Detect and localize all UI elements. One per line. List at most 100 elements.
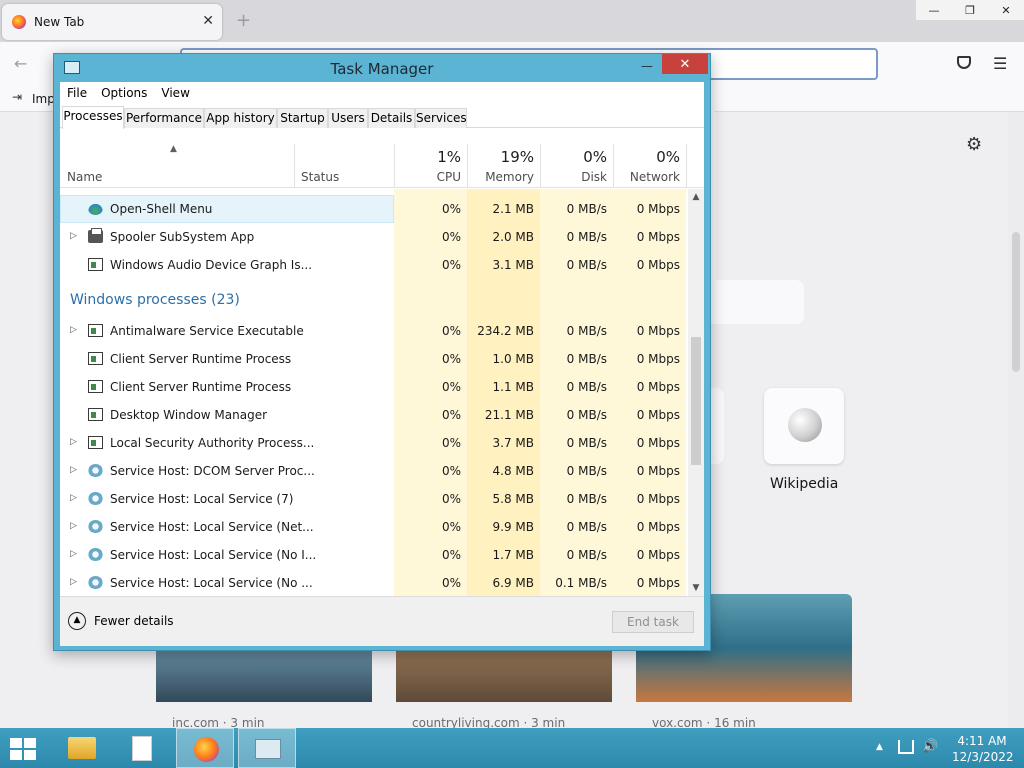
task-manager-title-bar[interactable]: Task Manager — ☐ ✕	[54, 54, 710, 82]
taskbar-task-manager[interactable]	[238, 728, 296, 768]
hamburger-menu-icon[interactable]: ☰	[993, 54, 1007, 73]
network-icon[interactable]	[898, 740, 914, 754]
fewer-details-link[interactable]: Fewer details	[94, 614, 174, 628]
clock-date[interactable]: 12/3/2022	[952, 750, 1014, 764]
column-network[interactable]: Network	[613, 170, 680, 184]
process-row[interactable]: Open-Shell Menu 0% 2.1 MB 0 MB/s 0 Mbps	[60, 195, 688, 223]
process-name: Windows Audio Device Graph Is...	[110, 258, 313, 272]
taskbar-file-explorer[interactable]	[52, 728, 110, 768]
process-name: Antimalware Service Executable	[110, 324, 304, 338]
end-task-button[interactable]: End task	[612, 611, 694, 633]
expand-chevron-icon[interactable]: ▷	[70, 325, 77, 335]
chevron-up-icon[interactable]: ▲	[68, 612, 86, 630]
process-network: 0 Mbps	[636, 202, 680, 216]
process-memory: 6.9 MB	[492, 576, 534, 590]
process-memory: 2.0 MB	[492, 230, 534, 244]
process-cpu: 0%	[441, 464, 461, 478]
minimize-button[interactable]: —	[634, 56, 660, 76]
show-hidden-icons-icon[interactable]: ▲	[876, 742, 883, 752]
process-memory: 3.1 MB	[492, 258, 534, 272]
scroll-up-icon[interactable]: ▲	[688, 192, 704, 202]
task-manager-window: Task Manager — ☐ ✕ File Options View Pro…	[53, 53, 711, 651]
column-status[interactable]: Status	[301, 170, 339, 184]
process-name: Client Server Runtime Process	[110, 352, 292, 366]
page-scrollbar[interactable]	[1008, 112, 1024, 728]
browser-tab-new-tab[interactable]: New Tab ✕	[2, 4, 222, 40]
clock-time[interactable]: 4:11 AM	[952, 734, 1012, 748]
process-network: 0 Mbps	[636, 464, 680, 478]
taskbar-firefox[interactable]	[176, 728, 234, 768]
process-row[interactable]: ▷ Service Host: DCOM Server Proc... 0% 4.8 …	[60, 457, 688, 485]
pocket-icon[interactable]	[957, 56, 971, 69]
new-tab-button[interactable]: +	[236, 10, 251, 31]
scroll-down-icon[interactable]: ▼	[688, 583, 704, 593]
process-network: 0 Mbps	[636, 258, 680, 272]
import-bookmarks-link[interactable]: Imp	[32, 92, 55, 106]
process-cpu: 0%	[441, 492, 461, 506]
expand-chevron-icon[interactable]: ▷	[70, 493, 77, 503]
column-memory[interactable]: Memory	[467, 170, 534, 184]
process-row[interactable]: Client Server Runtime Process 0% 1.0 MB 0 M…	[60, 345, 688, 373]
firefox-icon	[194, 737, 219, 762]
tab-app-history[interactable]: App history	[204, 108, 277, 128]
process-row[interactable]: Desktop Window Manager 0% 21.1 MB 0 MB/s 0 M…	[60, 401, 688, 429]
process-row[interactable]: ▷ Service Host: Local Service (7) 0% 5.8 MB…	[60, 485, 688, 513]
menu-view[interactable]: View	[154, 82, 196, 104]
volume-icon[interactable]: 🔊	[922, 739, 938, 754]
task-manager-footer: ▲ Fewer details End task	[60, 596, 704, 646]
tab-processes[interactable]: Processes	[62, 106, 124, 129]
process-row[interactable]: Client Server Runtime Process 0% 1.1 MB 0 M…	[60, 373, 688, 401]
menu-options[interactable]: Options	[94, 82, 154, 104]
expand-chevron-icon[interactable]: ▷	[70, 231, 77, 241]
shell-icon	[88, 202, 103, 215]
tab-performance[interactable]: Performance	[124, 108, 204, 128]
expand-chevron-icon[interactable]: ▷	[70, 465, 77, 475]
process-disk: 0 MB/s	[566, 408, 607, 422]
tab-close-icon[interactable]: ✕	[202, 13, 214, 29]
browser-close-button[interactable]: ✕	[988, 0, 1024, 20]
tab-services[interactable]: Services	[415, 108, 467, 128]
process-row[interactable]: Windows Audio Device Graph Is... 0% 3.1 MB…	[60, 251, 688, 279]
process-name: Service Host: Local Service (Net...	[110, 520, 314, 534]
column-memory-percent[interactable]: 19%	[467, 148, 534, 166]
column-name[interactable]: Name	[67, 170, 102, 184]
scroll-thumb[interactable]	[691, 337, 701, 465]
process-list-scrollbar[interactable]: ▲ ▼	[688, 189, 704, 596]
expand-chevron-icon[interactable]: ▷	[70, 437, 77, 447]
start-button[interactable]	[10, 738, 38, 760]
expand-chevron-icon[interactable]: ▷	[70, 577, 77, 587]
browser-minimize-button[interactable]: —	[916, 0, 952, 20]
menu-file[interactable]: File	[60, 82, 94, 104]
tab-users[interactable]: Users	[328, 108, 368, 128]
process-network: 0 Mbps	[636, 520, 680, 534]
process-network: 0 Mbps	[636, 408, 680, 422]
window-icon	[88, 436, 103, 449]
tab-startup[interactable]: Startup	[277, 108, 328, 128]
column-cpu-percent[interactable]: 1%	[394, 148, 461, 166]
column-disk[interactable]: Disk	[540, 170, 607, 184]
process-memory: 21.1 MB	[484, 408, 534, 422]
process-row[interactable]: ▷ Service Host: Local Service (No I... 0% 1…	[60, 541, 688, 569]
column-cpu[interactable]: CPU	[394, 170, 461, 184]
process-row[interactable]: ▷ Local Security Authority Process... 0% 3.…	[60, 429, 688, 457]
process-row[interactable]: ▷ Service Host: Local Service (No ... 0% 6.…	[60, 569, 688, 596]
expand-chevron-icon[interactable]: ▷	[70, 549, 77, 559]
column-disk-percent[interactable]: 0%	[540, 148, 607, 166]
process-memory: 9.9 MB	[492, 520, 534, 534]
settings-gear-icon[interactable]: ⚙	[966, 134, 982, 155]
close-button[interactable]: ✕	[662, 54, 708, 74]
tab-details[interactable]: Details	[368, 108, 415, 128]
taskbar-document[interactable]	[112, 728, 170, 768]
browser-maximize-button[interactable]: ❐	[952, 0, 988, 20]
gear-icon	[88, 548, 103, 561]
sort-up-icon: ▲	[170, 144, 177, 154]
wikipedia-shortcut[interactable]	[764, 388, 844, 464]
task-manager-icon	[255, 739, 281, 759]
process-row[interactable]: ▷ Service Host: Local Service (Net... 0% 9.…	[60, 513, 688, 541]
page-scroll-thumb[interactable]	[1012, 232, 1020, 372]
back-arrow-icon[interactable]: ←	[14, 54, 27, 73]
expand-chevron-icon[interactable]: ▷	[70, 521, 77, 531]
column-network-percent[interactable]: 0%	[613, 148, 680, 166]
process-row[interactable]: ▷ Antimalware Service Executable 0% 234.2 M…	[60, 317, 688, 345]
process-row[interactable]: ▷ Spooler SubSystem App 0% 2.0 MB 0 MB/s 0 Mb…	[60, 223, 688, 251]
